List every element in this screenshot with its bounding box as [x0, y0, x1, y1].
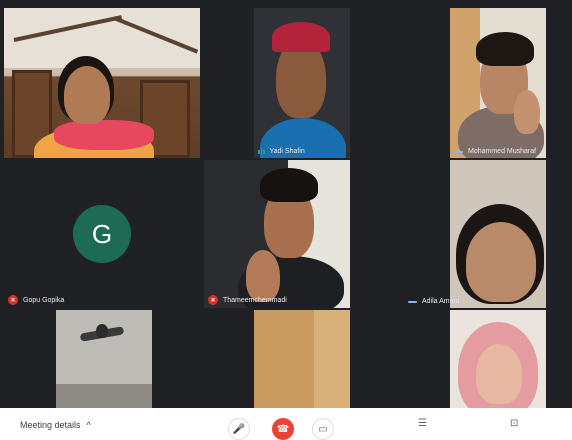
- participant-tile-5[interactable]: ✕ Thameemchemmadi: [204, 160, 350, 308]
- participant-tile-6[interactable]: Adila Ammu: [404, 160, 546, 308]
- video-grid: Yadi Shafin Mohammed Musharaf G ✕ Gopu G…: [4, 8, 568, 408]
- name-bar: ✕ Gopu Gopika: [8, 295, 64, 305]
- muted-mic-icon: ✕: [208, 295, 218, 305]
- participant-name: Thameemchemmadi: [223, 296, 287, 304]
- participant-tile-9[interactable]: [450, 310, 546, 408]
- captions-button[interactable]: ☰: [418, 418, 427, 429]
- participant-name: Mohammed Musharaf: [468, 148, 537, 155]
- wall-edge: [314, 310, 350, 408]
- name-bar: Yadi Shafin: [258, 148, 305, 155]
- chevron-up-icon: ^: [86, 420, 91, 430]
- meeting-details-label: Meeting details: [20, 420, 81, 430]
- person-hand: [514, 90, 540, 134]
- participant-tile-7[interactable]: [56, 310, 152, 408]
- mic-icon: 🎤: [232, 423, 246, 435]
- person-cap: [272, 22, 330, 52]
- meeting-toolbar: Meeting details ^ 🎤 ☎ ▭ ☰ ⊡: [0, 408, 572, 440]
- person-face: [466, 222, 536, 302]
- participant-tile-2[interactable]: Yadi Shafin: [254, 8, 350, 158]
- captions-icon: ☰: [418, 418, 427, 429]
- participant-tile-4[interactable]: G ✕ Gopu Gopika: [4, 160, 200, 308]
- muted-mic-icon: ✕: [8, 295, 18, 305]
- participant-tile-3[interactable]: Mohammed Musharaf: [450, 8, 546, 158]
- camera-icon: ▭: [318, 423, 328, 435]
- person-hair: [260, 168, 318, 202]
- name-bar: Mohammed Musharaf: [454, 148, 536, 155]
- mic-button[interactable]: 🎤: [228, 418, 250, 440]
- participant-name: Yadi Shafin: [269, 148, 305, 155]
- name-bar: Adila Ammu: [408, 298, 459, 305]
- person-scarf: [54, 120, 154, 150]
- present-icon: ⊡: [510, 418, 519, 429]
- present-button[interactable]: ⊡: [510, 418, 518, 429]
- participant-tile-1[interactable]: [4, 8, 200, 158]
- speaking-indicator-icon: [258, 148, 265, 155]
- camera-button[interactable]: ▭: [312, 418, 334, 440]
- person-hair: [476, 32, 534, 66]
- avatar: G: [73, 205, 131, 263]
- participant-tile-8[interactable]: [254, 310, 350, 408]
- meeting-details-button[interactable]: Meeting details ^: [20, 420, 91, 430]
- person-face: [64, 66, 110, 124]
- person-face: [476, 344, 522, 404]
- wall-bottom: [56, 384, 152, 408]
- participant-name: Gopu Gopika: [23, 296, 65, 304]
- participant-name: Adila Ammu: [422, 298, 460, 305]
- fan-hub: [96, 324, 108, 338]
- audio-level-icon: [408, 300, 417, 303]
- audio-level-icon: [454, 150, 463, 153]
- name-bar: ✕ Thameemchemmadi: [208, 295, 287, 305]
- phone-hangup-icon: ☎: [276, 423, 290, 435]
- end-call-button[interactable]: ☎: [272, 418, 294, 440]
